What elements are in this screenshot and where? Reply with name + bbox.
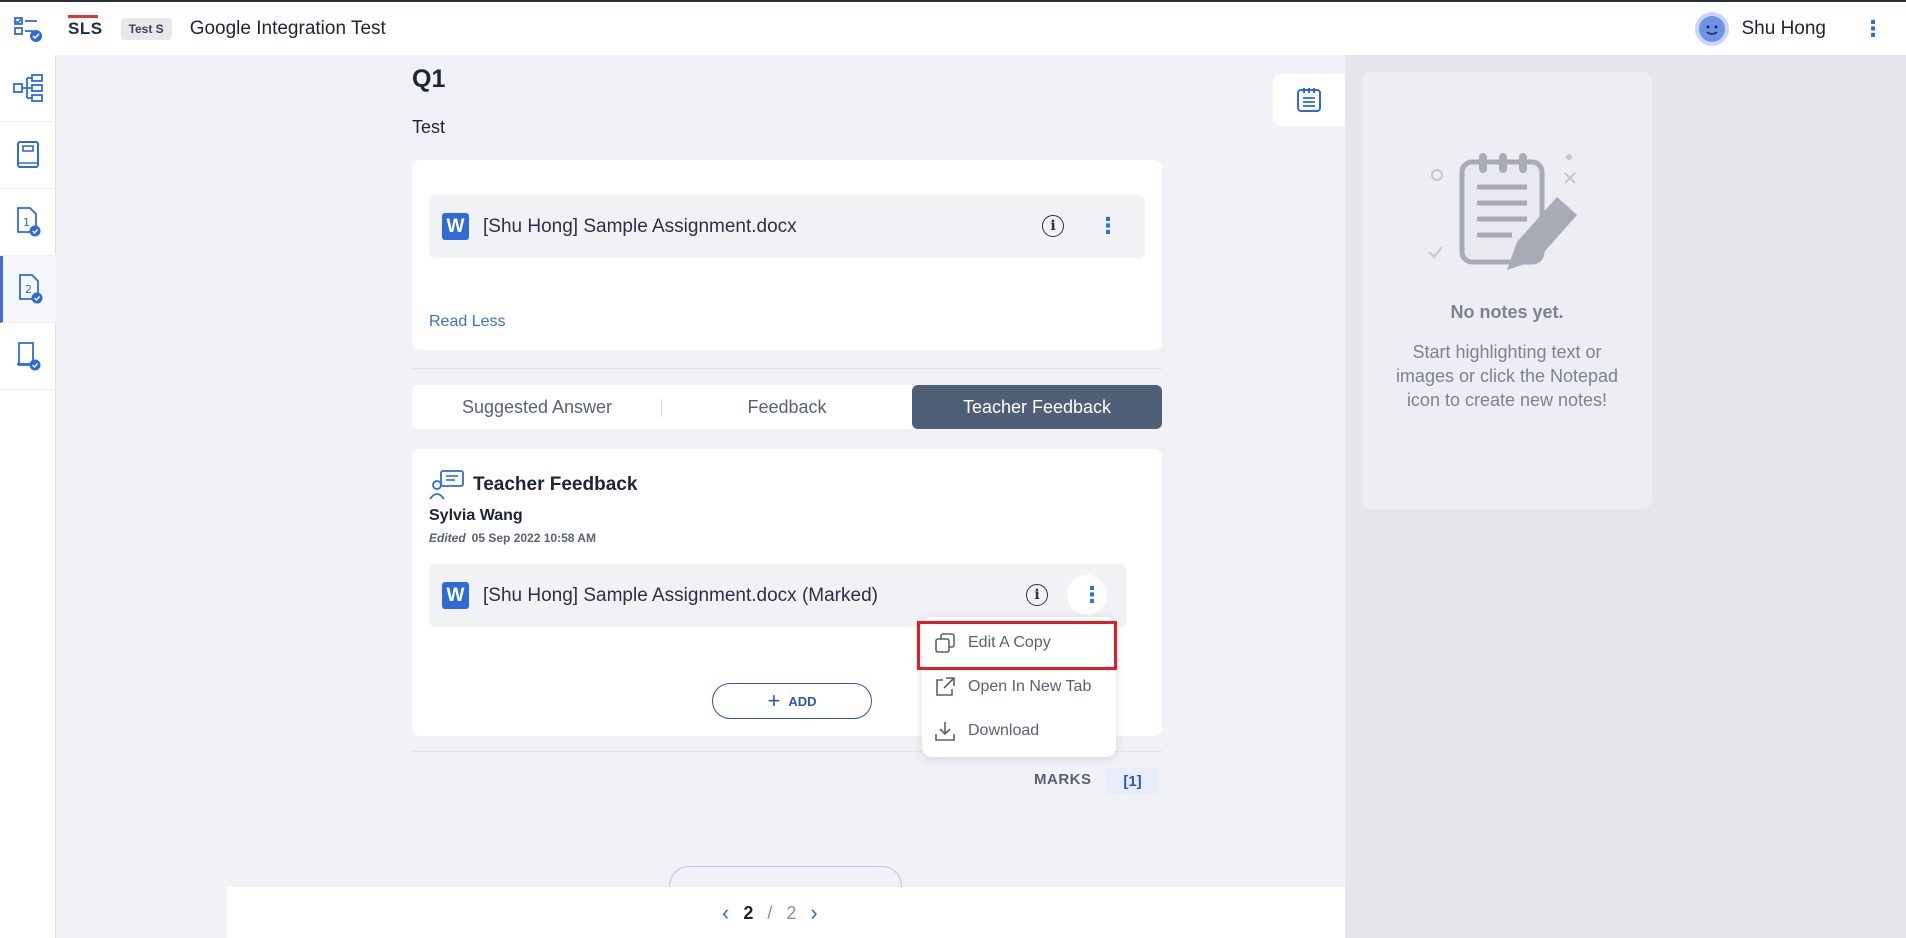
external-link-icon bbox=[936, 677, 955, 696]
task-list-icon[interactable] bbox=[0, 15, 56, 43]
menu-item-download[interactable]: Download bbox=[922, 709, 1116, 753]
sls-logo[interactable]: SLS bbox=[68, 14, 103, 39]
question-text: Test bbox=[412, 117, 446, 137]
tab-suggested-answer[interactable]: Suggested Answer bbox=[412, 385, 662, 429]
download-icon bbox=[935, 722, 955, 741]
more-vertical-icon[interactable]: ⋮ bbox=[1097, 215, 1119, 237]
left-rail: 1 2 bbox=[0, 55, 56, 938]
menu-item-open-in-new-tab[interactable]: Open In New Tab bbox=[922, 665, 1116, 709]
tab-teacher-feedback[interactable]: Teacher Feedback bbox=[912, 385, 1162, 429]
marks-value: [1] bbox=[1106, 768, 1159, 794]
notes-empty-text: Start highlighting text or images or cli… bbox=[1395, 342, 1619, 410]
highlight-box bbox=[917, 621, 1117, 670]
attachment-name[interactable]: [Shu Hong] Sample Assignment.docx bbox=[483, 216, 797, 238]
pagination: ‹ 2 / 2 › bbox=[722, 900, 818, 926]
edited-label: Edited bbox=[429, 531, 466, 545]
page-separator: / bbox=[767, 902, 773, 923]
page-title: Google Integration Test bbox=[189, 17, 386, 39]
notes-empty-card: No notes yet. Start highlighting text or… bbox=[1362, 72, 1652, 509]
info-icon[interactable]: i bbox=[1026, 584, 1048, 606]
marked-attachment-name[interactable]: [Shu Hong] Sample Assignment.docx (Marke… bbox=[483, 585, 878, 607]
attachment-row[interactable]: W [Shu Hong] Sample Assignment.docx i ⋮ bbox=[429, 195, 1145, 258]
structure-tree-icon[interactable] bbox=[0, 55, 56, 122]
more-vertical-icon[interactable]: ⋮ bbox=[1862, 16, 1884, 42]
answer-tabs: Suggested Answer Feedback Teacher Feedba… bbox=[412, 385, 1162, 429]
edited-time: 05 Sep 2022 10:58 AM bbox=[471, 531, 596, 545]
page-2-icon[interactable]: 2 bbox=[0, 256, 56, 323]
word-icon: W bbox=[442, 582, 469, 609]
book-icon[interactable] bbox=[0, 122, 56, 189]
divider bbox=[412, 368, 1162, 369]
notepad-illustration-icon bbox=[1428, 153, 1577, 270]
more-vertical-icon[interactable]: ⋮ bbox=[1081, 584, 1103, 606]
read-less-link[interactable]: Read Less bbox=[429, 313, 506, 331]
current-page: 2 bbox=[743, 902, 754, 923]
teacher-feedback-header: Teacher Feedback bbox=[429, 469, 637, 501]
svg-text:1: 1 bbox=[23, 216, 30, 229]
question-attachments-card: W [Shu Hong] Sample Assignment.docx i ⋮ … bbox=[412, 160, 1162, 350]
main-content: Q1 Test W [Shu Hong] Sample Assignment.d… bbox=[227, 55, 1345, 938]
question-number: Q1 bbox=[412, 65, 446, 93]
scroll-page-icon[interactable] bbox=[0, 323, 56, 390]
chevron-left-icon[interactable]: ‹ bbox=[722, 900, 729, 926]
menu-item-label: Open In New Tab bbox=[968, 678, 1092, 695]
teacher-name: Sylvia Wang bbox=[429, 507, 523, 524]
notepad-toggle-button[interactable] bbox=[1273, 74, 1345, 126]
word-icon: W bbox=[442, 213, 469, 240]
page-1-icon[interactable]: 1 bbox=[0, 189, 56, 256]
edited-timestamp: Edited 05 Sep 2022 10:58 AM bbox=[429, 531, 596, 545]
top-bar: SLS Test S Google Integration Test Shu H… bbox=[0, 0, 1906, 55]
info-icon[interactable]: i bbox=[1042, 215, 1064, 237]
marks-label: MARKS bbox=[1034, 771, 1092, 788]
chevron-right-icon[interactable]: › bbox=[810, 900, 817, 926]
avatar[interactable] bbox=[1695, 12, 1730, 46]
add-button[interactable]: + ADD bbox=[712, 683, 872, 719]
teacher-feedback-title: Teacher Feedback bbox=[473, 474, 638, 495]
add-label: ADD bbox=[788, 693, 817, 709]
course-chip: Test S bbox=[120, 17, 172, 40]
menu-item-label: Download bbox=[968, 722, 1040, 739]
notes-empty-title: No notes yet. bbox=[1450, 302, 1564, 322]
svg-text:2: 2 bbox=[25, 283, 32, 296]
user-menu[interactable]: Shu Hong bbox=[1695, 12, 1826, 46]
notepad-icon bbox=[1297, 88, 1321, 112]
plus-icon: + bbox=[767, 688, 781, 713]
user-name[interactable]: Shu Hong bbox=[1741, 18, 1826, 40]
tab-feedback[interactable]: Feedback bbox=[662, 385, 912, 429]
chat-feedback-icon bbox=[429, 470, 464, 500]
total-pages: 2 bbox=[786, 902, 797, 923]
